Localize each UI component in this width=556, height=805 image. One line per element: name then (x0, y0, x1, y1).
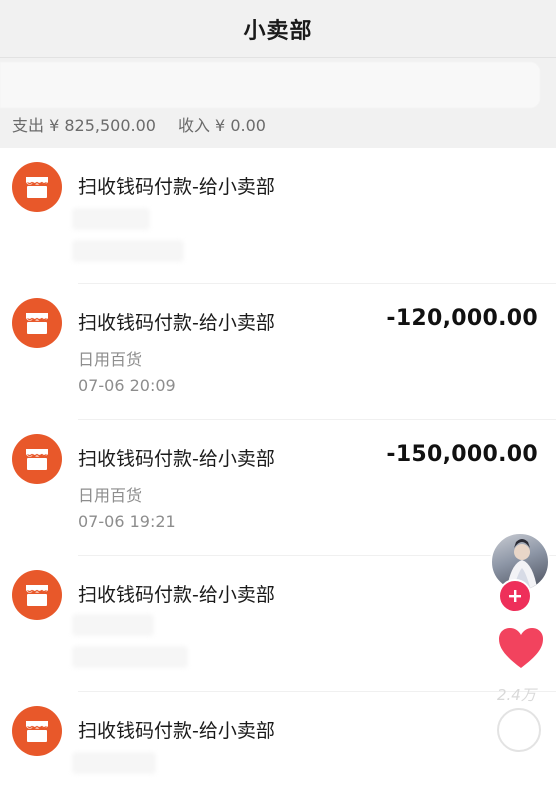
like-count: 2.4万 (497, 686, 536, 704)
store-icon (12, 162, 62, 212)
transaction-item[interactable]: 扫收钱码付款-给小卖部 -120,000.00 日用百货 07-06 20:09 (0, 284, 556, 420)
income-total: 收入 ¥ 0.00 (177, 116, 266, 135)
filter-bar[interactable] (0, 62, 540, 108)
store-icon (12, 298, 62, 348)
transaction-amount: -120,000.00 (386, 306, 538, 331)
transaction-time: 07-06 19:21 (78, 512, 176, 531)
monthly-summary: 支出 ¥ 825,500.00 收入 ¥ 0.00 (12, 112, 266, 136)
blurred-time (72, 240, 184, 262)
blurred-category (72, 752, 156, 774)
transaction-item[interactable]: 扫收钱码付款-给小卖部 (0, 692, 556, 805)
blurred-category (72, 208, 150, 230)
heart-icon[interactable] (497, 626, 545, 670)
store-icon (12, 434, 62, 484)
transaction-title: 扫收钱码付款-给小卖部 (78, 312, 275, 334)
transaction-title: 扫收钱码付款-给小卖部 (78, 720, 275, 742)
transaction-category: 日用百货 (78, 486, 143, 505)
transaction-item[interactable]: 扫收钱码付款-给小卖部 (0, 148, 556, 284)
transaction-amount: -150,000.00 (386, 442, 538, 467)
follow-plus-icon[interactable] (498, 579, 532, 613)
page-title: 小卖部 (243, 18, 313, 44)
transaction-item[interactable]: 扫收钱码付款-给小卖部 (0, 556, 556, 692)
blurred-category (72, 614, 154, 636)
transaction-category: 日用百货 (78, 350, 143, 369)
store-icon (12, 706, 62, 756)
comment-icon[interactable] (497, 708, 541, 752)
transaction-item[interactable]: 扫收钱码付款-给小卖部 -150,000.00 日用百货 07-06 19:21 (0, 420, 556, 556)
transaction-title: 扫收钱码付款-给小卖部 (78, 176, 275, 198)
transaction-list: 扫收钱码付款-给小卖部 扫收钱码付款-给小卖部 -120,000.00 日用百货… (0, 148, 556, 805)
nav-bar: 小卖部 (0, 0, 556, 58)
blurred-time (72, 646, 188, 668)
transaction-title: 扫收钱码付款-给小卖部 (78, 448, 275, 470)
bill-screen: 小卖部 支出 ¥ 825,500.00 收入 ¥ 0.00 扫收钱码付款-给小卖… (0, 0, 556, 805)
store-icon (12, 570, 62, 620)
transaction-time: 07-06 20:09 (78, 376, 176, 395)
transaction-title: 扫收钱码付款-给小卖部 (78, 584, 275, 606)
expense-total: 支出 ¥ 825,500.00 (12, 116, 156, 135)
